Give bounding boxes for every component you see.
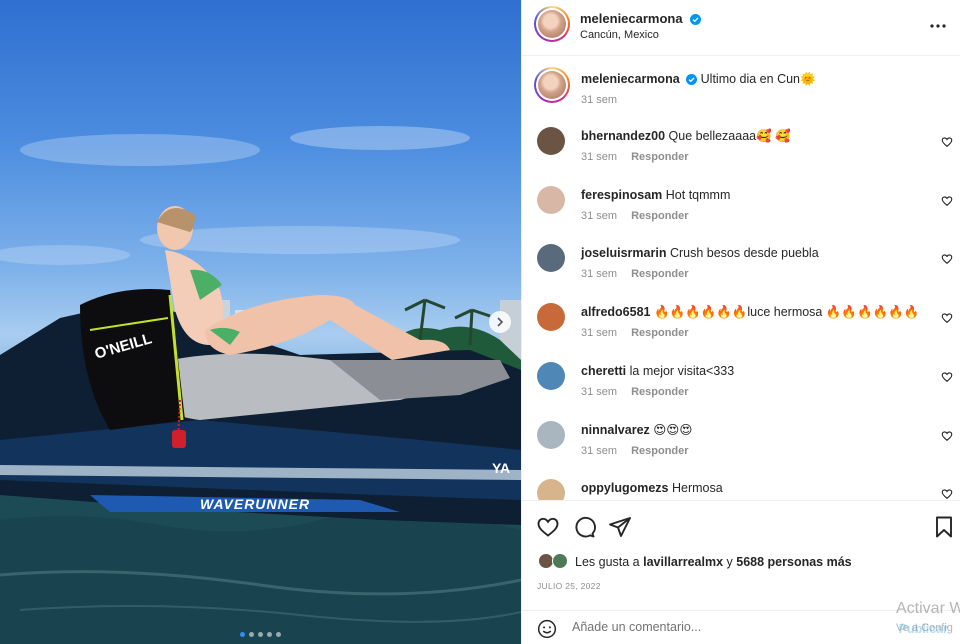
comment-like-icon[interactable]: [941, 430, 953, 442]
comments-list[interactable]: meleniecarmona Ultimo dia en Cun🌞 31 sem…: [522, 57, 960, 500]
reply-button[interactable]: Responder: [631, 445, 688, 457]
comment-icon[interactable]: [572, 515, 596, 539]
comment-like-icon[interactable]: [941, 253, 953, 265]
caption-username[interactable]: meleniecarmona: [581, 72, 680, 86]
comment-username[interactable]: cheretti: [581, 364, 626, 378]
add-comment-bar: Publicar: [522, 610, 960, 644]
verified-badge-icon: [686, 74, 698, 85]
comment-like-icon[interactable]: [941, 312, 953, 324]
commenter-avatar[interactable]: [537, 244, 565, 273]
comment-time: 31 sem: [581, 327, 618, 340]
reply-button[interactable]: Responder: [631, 210, 688, 222]
carousel-dot: [276, 632, 281, 637]
post-photo: [0, 126, 521, 644]
author-avatar[interactable]: [534, 6, 570, 42]
comment-text: Hermosa: [672, 481, 723, 496]
chevron-right-icon: [497, 317, 504, 327]
commenter-avatar[interactable]: [537, 420, 565, 449]
commenter-avatar[interactable]: [537, 303, 565, 332]
carousel-dot: [267, 632, 272, 637]
activation-watermark-subtitle: Ve a Config: [896, 622, 953, 634]
commenter-avatar[interactable]: [537, 127, 565, 155]
post-sidebar: meleniecarmona Cancún, Mexico meleniecar…: [521, 0, 960, 644]
jet-model-label: WAVERUNNER: [200, 496, 311, 512]
reply-button[interactable]: Responder: [631, 327, 688, 339]
comment-text: 😍😍😍: [653, 422, 693, 437]
commenter-avatar[interactable]: [537, 361, 565, 390]
comment-text: la mejor visita<333: [629, 363, 735, 378]
comment-text: Hot tqmmm: [665, 187, 731, 202]
likes-prefix: Les gusta a: [575, 555, 640, 569]
comment-input[interactable]: [572, 620, 852, 634]
comment-time: 31 sem: [581, 385, 618, 398]
likes-count[interactable]: 5688 personas más: [736, 555, 851, 569]
comment-like-icon[interactable]: [941, 488, 953, 500]
comment-like-icon[interactable]: [941, 371, 953, 383]
comment-text: Que bellezaaaa🥰 🥰: [668, 129, 791, 143]
carousel-dot: [249, 632, 254, 637]
emoji-icon[interactable]: [537, 619, 557, 639]
reply-button[interactable]: Responder: [631, 268, 688, 280]
post-location[interactable]: Cancún, Mexico: [580, 29, 659, 41]
author-username[interactable]: meleniecarmona: [580, 11, 683, 26]
comment-username[interactable]: bhernandez00: [581, 129, 665, 143]
sun-emoji: 🌞: [800, 72, 816, 86]
carousel-dot: [258, 632, 263, 637]
post-date[interactable]: JULIO 25, 2022: [537, 581, 601, 591]
more-options-icon[interactable]: [928, 18, 948, 34]
comment-text: Crush besos desde puebla: [669, 246, 819, 261]
commenter-avatar[interactable]: [537, 185, 565, 214]
comment-username[interactable]: ferespinosam: [581, 188, 662, 202]
likes-middle: y: [726, 555, 733, 569]
carousel-dots: [0, 632, 521, 637]
comment-username[interactable]: ninnalvarez: [581, 423, 650, 437]
caption-time: 31 sem: [581, 94, 618, 106]
likes-summary: Les gusta a lavillarrealmx y 5688 person…: [575, 555, 852, 569]
comment-username[interactable]: alfredo6581: [581, 305, 650, 319]
comment-time: 31 sem: [581, 151, 618, 163]
comment-text: 🔥🔥🔥🔥🔥🔥luce hermosa 🔥🔥🔥🔥🔥🔥: [653, 305, 920, 320]
share-icon[interactable]: [608, 515, 632, 539]
post-media[interactable]: O'NEILL WAVERUNNER YA: [0, 0, 521, 644]
carousel-dot: [240, 632, 245, 637]
reply-button[interactable]: Responder: [631, 386, 688, 398]
heart-icon[interactable]: [536, 515, 560, 539]
caption-avatar[interactable]: [534, 67, 570, 103]
comment-like-icon[interactable]: [941, 195, 953, 207]
reply-button[interactable]: Responder: [631, 151, 688, 163]
likes-liker[interactable]: lavillarrealmx: [643, 555, 723, 569]
liker-avatar[interactable]: [552, 553, 568, 569]
caption-text: Ultimo dia en Cun: [700, 72, 800, 86]
comment-username[interactable]: joseluisrmarin: [581, 246, 666, 260]
comment-time: 31 sem: [581, 268, 618, 281]
comment-time: 31 sem: [581, 444, 618, 457]
comment-username[interactable]: oppylugomezs: [581, 481, 669, 495]
bookmark-icon[interactable]: [932, 515, 956, 539]
post-header: meleniecarmona Cancún, Mexico: [522, 0, 960, 56]
commenter-avatar[interactable]: [537, 479, 565, 500]
activation-watermark-title: Activar W: [896, 600, 960, 617]
comment-time: 31 sem: [581, 209, 618, 222]
comment-like-icon[interactable]: [941, 136, 953, 148]
verified-badge-icon: [690, 14, 702, 25]
jet-logo-label: YA: [492, 460, 511, 476]
post-actions: Les gusta a lavillarrealmx y 5688 person…: [522, 500, 960, 610]
carousel-next-button[interactable]: [489, 311, 511, 333]
